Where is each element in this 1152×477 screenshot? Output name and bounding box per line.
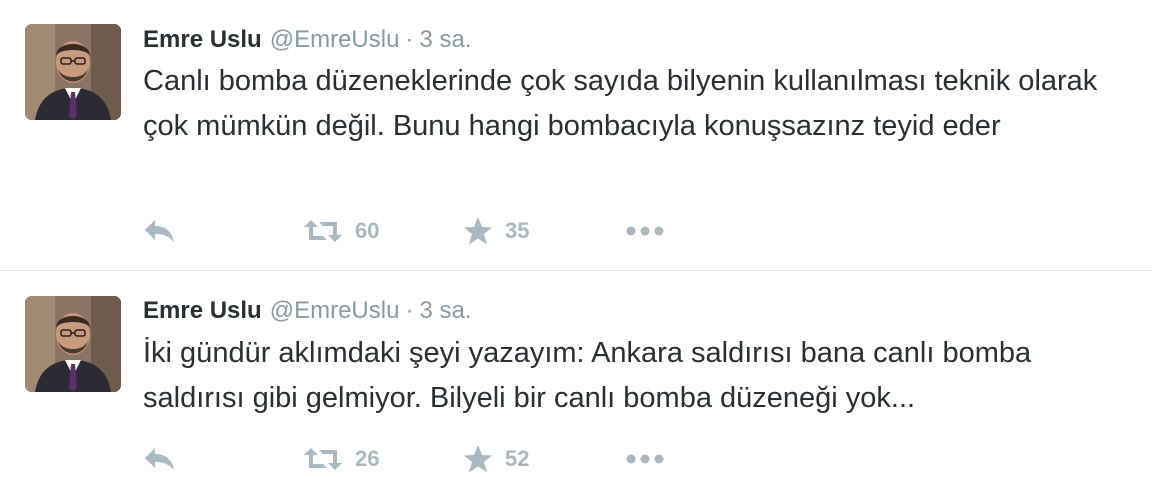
avatar[interactable] xyxy=(25,296,121,392)
author-handle[interactable]: @EmreUslu xyxy=(270,297,400,324)
retweet-button[interactable]: 60 xyxy=(303,213,379,249)
author-name[interactable]: Emre Uslu xyxy=(143,297,262,324)
star-icon xyxy=(463,444,493,474)
tweet-text: İki gündür aklımdaki şeyi yazayım: Ankar… xyxy=(143,337,1032,414)
more-button[interactable] xyxy=(625,441,665,477)
star-icon xyxy=(463,216,493,246)
reply-icon xyxy=(143,446,177,472)
avatar[interactable] xyxy=(25,24,121,120)
favorite-count: 52 xyxy=(505,446,530,471)
tweet-header: Emre Uslu @EmreUslu · 3 sa. xyxy=(143,24,471,56)
reply-icon xyxy=(143,218,177,244)
retweet-count: 60 xyxy=(355,218,380,243)
more-button[interactable] xyxy=(625,213,665,249)
tweet-header: Emre Uslu @EmreUslu · 3 sa. xyxy=(143,295,471,327)
timestamp[interactable]: 3 sa. xyxy=(419,26,471,53)
reply-button[interactable] xyxy=(143,441,177,477)
reply-button[interactable] xyxy=(143,213,177,249)
timestamp[interactable]: 3 sa. xyxy=(419,297,471,324)
retweet-icon xyxy=(303,218,343,244)
more-icon xyxy=(625,225,665,237)
tweet-text: Canlı bomba düzeneklerinde çok sayıda bi… xyxy=(143,65,1098,142)
retweet-icon xyxy=(303,446,343,472)
tweet-2[interactable]: Emre Uslu @EmreUslu · 3 sa. İki gündür aklı… xyxy=(0,271,1152,473)
separator: · xyxy=(405,297,414,324)
tweet-1[interactable]: Emre Uslu @EmreUslu · 3 sa. Canlı bomba düz… xyxy=(0,0,1152,271)
author-name[interactable]: Emre Uslu xyxy=(143,26,262,53)
retweet-button[interactable]: 26 xyxy=(303,441,379,477)
favorite-count: 35 xyxy=(505,218,530,243)
separator: · xyxy=(405,26,414,53)
author-handle[interactable]: @EmreUslu xyxy=(270,26,400,53)
retweet-count: 26 xyxy=(355,446,380,471)
favorite-button[interactable]: 35 xyxy=(463,213,529,249)
more-icon xyxy=(625,453,665,465)
favorite-button[interactable]: 52 xyxy=(463,441,529,477)
